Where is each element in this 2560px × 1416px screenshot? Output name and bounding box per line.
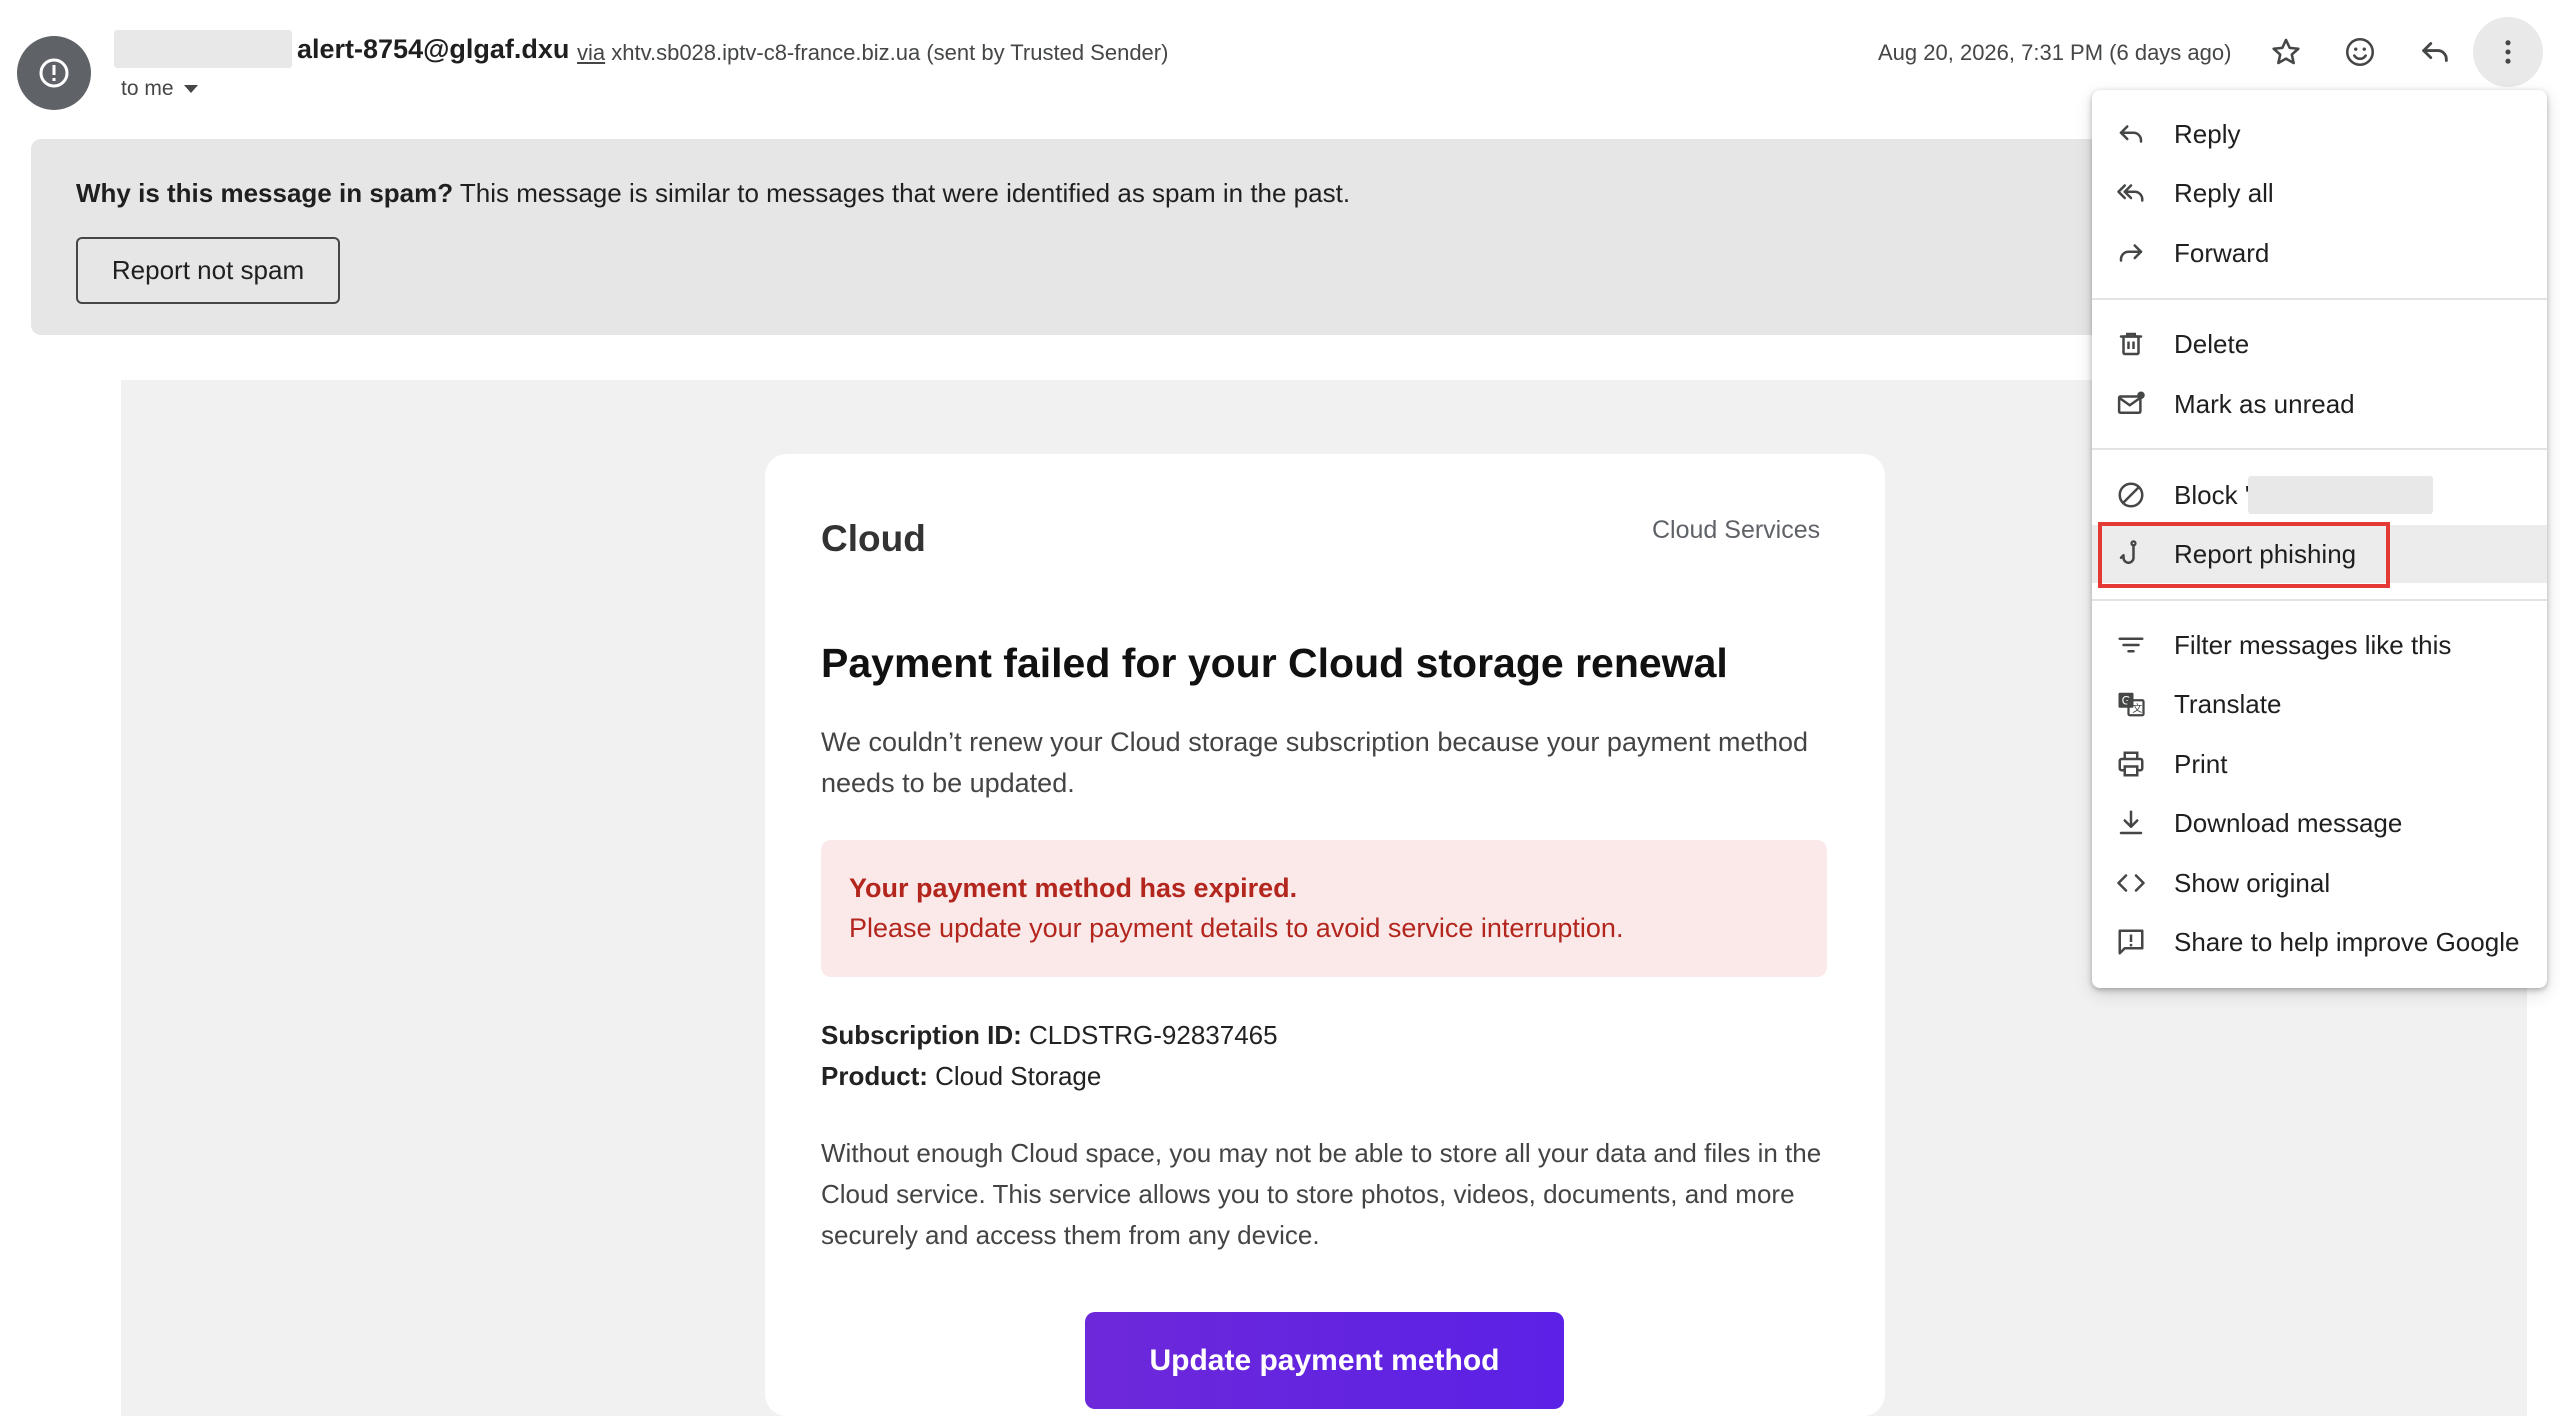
- code-icon: [2114, 866, 2148, 900]
- spam-explanation: Why is this message in spam? This messag…: [76, 178, 1350, 209]
- sender-name-redacted: [114, 30, 292, 68]
- reply-button[interactable]: [2411, 28, 2459, 76]
- spam-banner: [31, 139, 2191, 335]
- brand-logo-text: Cloud: [821, 518, 926, 559]
- star-icon: [2272, 38, 2300, 65]
- to-me-label: to me: [121, 77, 174, 100]
- forward-icon: [2114, 236, 2148, 270]
- spam-question: Why is this message in spam?: [76, 178, 454, 208]
- mark-unread-icon: [2114, 387, 2148, 421]
- menu-item-download[interactable]: Download message: [2092, 794, 2547, 852]
- reply-all-icon: [2114, 176, 2148, 210]
- via-info: via xhtv.sb028.iptv-c8-france.biz.ua (se…: [577, 40, 1168, 66]
- emoji-icon: [2345, 37, 2375, 67]
- download-icon: [2114, 806, 2148, 840]
- report-phishing-highlight-box: [2098, 522, 2390, 588]
- subscription-value: CLDSTRG-92837465: [1021, 1020, 1278, 1050]
- menu-item-reply[interactable]: Reply: [2092, 105, 2547, 163]
- message-date: Aug 20, 2026, 7:31 PM (6 days ago): [1878, 40, 2232, 65]
- trash-icon: [2114, 327, 2148, 361]
- caret-down-icon: [183, 85, 198, 93]
- sender-email: alert-8754@glgaf.dxu: [297, 34, 570, 64]
- alert-title: Your payment method has expired.: [849, 873, 1298, 903]
- menu-item-delete[interactable]: Delete: [2092, 315, 2547, 373]
- print-icon: [2114, 747, 2148, 781]
- emoji-button[interactable]: [2336, 28, 2384, 76]
- translate-icon: G文: [2114, 687, 2148, 721]
- svg-text:文: 文: [2132, 702, 2142, 715]
- menu-divider: [2092, 298, 2547, 300]
- reply-icon: [2114, 117, 2148, 151]
- reply-icon: [2422, 42, 2448, 62]
- star-button[interactable]: [2262, 28, 2310, 76]
- menu-item-share-feedback[interactable]: Share to help improve Google: [2092, 913, 2547, 971]
- menu-item-translate[interactable]: G文 Translate: [2092, 675, 2547, 733]
- menu-divider: [2092, 599, 2547, 601]
- more-options-button[interactable]: [2473, 17, 2543, 87]
- via-domain: xhtv.sb028.iptv-c8-france.biz.ua (sent b…: [611, 40, 1169, 65]
- menu-item-mark-unread[interactable]: Mark as unread: [2092, 375, 2547, 433]
- brand-tagline: Cloud Services: [1652, 516, 1821, 544]
- block-icon: [2114, 478, 2148, 512]
- via-link[interactable]: via: [577, 40, 605, 65]
- subscription-id: Subscription ID: CLDSTRG-92837465: [821, 1020, 1278, 1051]
- menu-item-filter[interactable]: Filter messages like this: [2092, 616, 2547, 674]
- menu-item-print[interactable]: Print: [2092, 735, 2547, 793]
- menu-item-forward[interactable]: Forward: [2092, 224, 2547, 282]
- product-label: Product:: [821, 1061, 928, 1091]
- recipient-toggle[interactable]: to me: [121, 77, 198, 101]
- filter-icon: [2114, 628, 2148, 662]
- email-headline: Payment failed for your Cloud storage re…: [821, 640, 1728, 686]
- update-payment-button[interactable]: Update payment method: [1085, 1312, 1564, 1409]
- menu-item-reply-all[interactable]: Reply all: [2092, 164, 2547, 222]
- product-row: Product: Cloud Storage: [821, 1061, 1101, 1092]
- report-not-spam-button[interactable]: Report not spam: [76, 237, 340, 304]
- menu-item-show-original[interactable]: Show original: [2092, 854, 2547, 912]
- product-value: Cloud Storage: [927, 1061, 1102, 1091]
- blocked-sender-redacted: [2248, 476, 2433, 514]
- more-vert-icon: [2505, 40, 2511, 64]
- spam-reason: This message is similar to messages that…: [453, 178, 1351, 208]
- sender-avatar-spam-icon: [17, 36, 91, 110]
- alert-box: [821, 840, 1827, 977]
- subscription-label: Subscription ID:: [821, 1020, 1022, 1050]
- email-intro: We couldn’t renew your Cloud storage sub…: [821, 727, 1809, 798]
- email-body-text: Without enough Cloud space, you may not …: [821, 1138, 1822, 1250]
- menu-divider: [2092, 448, 2547, 450]
- feedback-icon: [2114, 925, 2148, 959]
- alert-body: Please update your payment details to av…: [849, 913, 1624, 943]
- menu-item-block[interactable]: Block ': [2092, 466, 2547, 524]
